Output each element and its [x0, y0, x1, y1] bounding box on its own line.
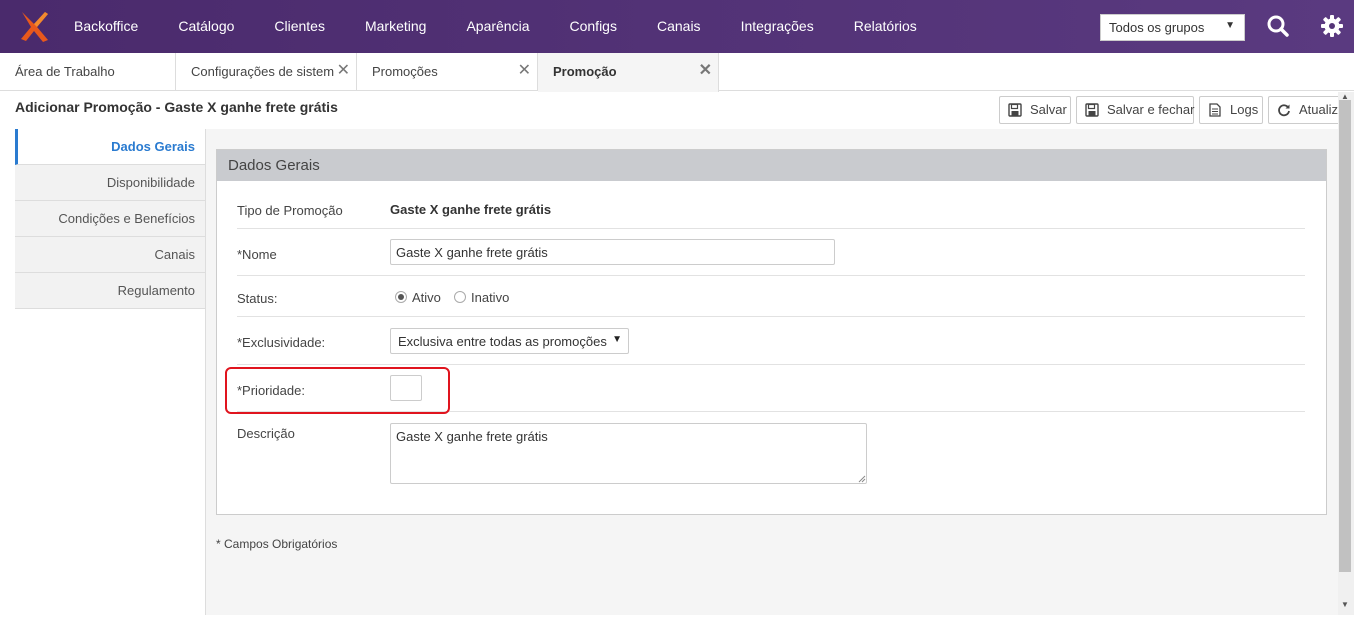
save-close-button[interactable]: Salvar e fechar	[1076, 96, 1194, 124]
resize-handle-icon[interactable]	[858, 475, 866, 483]
dados-gerais-panel: Dados Gerais Tipo de Promoção Gaste X ga…	[216, 149, 1327, 515]
tab-label: Configurações de sistema	[191, 64, 342, 79]
tipo-value: Gaste X ganhe frete grátis	[390, 202, 552, 217]
status-inativo-option[interactable]: Inativo	[454, 290, 509, 305]
group-select[interactable]: Todos os grupos ▼	[1100, 14, 1245, 41]
row-status: Status: Ativo Inativo	[237, 276, 1305, 317]
nav-marketing[interactable]: Marketing	[345, 0, 446, 53]
radio-ativo[interactable]	[395, 291, 407, 303]
tab-configuracoes-de-sistema[interactable]: Configurações de sistema ✕	[176, 53, 357, 91]
nav-integracoes[interactable]: Integrações	[721, 0, 834, 53]
section-menu: Dados Gerais Disponibilidade Condições e…	[15, 129, 205, 309]
nav-configs[interactable]: Configs	[550, 0, 637, 53]
nav-catalogo[interactable]: Catálogo	[158, 0, 254, 53]
row-descricao: Descrição Gaste X ganhe frete grátis	[237, 412, 1305, 492]
scroll-up-icon[interactable]: ▲	[1341, 92, 1349, 101]
menu-item-regulamento[interactable]: Regulamento	[15, 273, 205, 309]
panel-title: Dados Gerais	[217, 150, 1326, 181]
tab-label: Área de Trabalho	[15, 64, 115, 79]
menu-item-condicoes-beneficios[interactable]: Condições e Benefícios	[15, 201, 205, 237]
inativo-label: Inativo	[471, 290, 510, 305]
tab-area-de-trabalho[interactable]: Área de Trabalho	[0, 53, 176, 91]
tab-label: Promoções	[372, 64, 438, 79]
row-exclusividade: *Exclusividade: Exclusiva entre todas as…	[237, 317, 1305, 365]
main-nav: Backoffice Catálogo Clientes Marketing A…	[56, 0, 937, 53]
gear-icon[interactable]	[1320, 14, 1344, 38]
menu-item-disponibilidade[interactable]: Disponibilidade	[15, 165, 205, 201]
annotation-highlight-box	[225, 367, 450, 414]
logs-button[interactable]: Logs	[1199, 96, 1263, 124]
save-label: Salvar	[1030, 102, 1067, 117]
descricao-label: Descrição	[237, 426, 295, 441]
ativo-label: Ativo	[412, 290, 441, 305]
top-navbar: Backoffice Catálogo Clientes Marketing A…	[0, 0, 1354, 53]
scroll-down-icon[interactable]: ▼	[1341, 600, 1349, 609]
scrollbar-thumb[interactable]	[1339, 100, 1351, 572]
nome-label: *Nome	[237, 247, 277, 262]
exclusividade-select[interactable]: Exclusiva entre todas as promoções ▼	[390, 328, 629, 354]
descricao-textarea[interactable]: Gaste X ganhe frete grátis	[390, 423, 867, 484]
close-icon[interactable]: ✕	[518, 53, 531, 89]
row-nome: *Nome Gaste X ganhe frete grátis	[237, 229, 1305, 276]
refresh-icon	[1278, 104, 1290, 117]
save-button[interactable]: Salvar	[999, 96, 1071, 124]
nav-clientes[interactable]: Clientes	[254, 0, 345, 53]
brand-logo-icon[interactable]	[18, 10, 52, 44]
tab-promocoes[interactable]: Promoções ✕	[357, 53, 538, 91]
caret-down-icon: ▼	[1225, 20, 1235, 31]
tab-promocao[interactable]: Promoção ✕	[538, 53, 719, 92]
save-close-label: Salvar e fechar	[1107, 102, 1195, 117]
nav-relatorios[interactable]: Relatórios	[834, 0, 937, 53]
row-tipo: Tipo de Promoção Gaste X ganhe frete grá…	[237, 181, 1305, 229]
nav-backoffice[interactable]: Backoffice	[56, 0, 158, 53]
nome-input[interactable]: Gaste X ganhe frete grátis	[390, 239, 835, 265]
status-label: Status:	[237, 291, 278, 306]
tipo-label: Tipo de Promoção	[237, 203, 343, 218]
exclusividade-value: Exclusiva entre todas as promoções	[398, 334, 607, 349]
radio-inativo[interactable]	[454, 291, 466, 303]
group-select-value: Todos os grupos	[1109, 20, 1205, 35]
caret-down-icon: ▼	[612, 334, 622, 345]
search-icon[interactable]	[1266, 14, 1290, 38]
menu-item-canais[interactable]: Canais	[15, 237, 205, 273]
logs-label: Logs	[1230, 102, 1259, 117]
nav-canais[interactable]: Canais	[637, 0, 721, 53]
left-strip	[0, 92, 8, 625]
floppy-icon	[1008, 103, 1022, 117]
exclusividade-label: *Exclusividade:	[237, 335, 326, 350]
menu-item-dados-gerais[interactable]: Dados Gerais	[15, 129, 205, 165]
close-icon[interactable]: ✕	[333, 53, 350, 89]
tab-bar: Área de Trabalho Configurações de sistem…	[0, 53, 1354, 92]
floppy-icon	[1085, 103, 1099, 117]
status-ativo-option[interactable]: Ativo	[395, 290, 441, 305]
tab-label: Promoção	[553, 64, 617, 79]
document-icon	[1209, 103, 1221, 117]
nav-aparencia[interactable]: Aparência	[446, 0, 549, 53]
required-fields-note: * Campos Obrigatórios	[216, 537, 338, 551]
close-icon[interactable]: ✕	[699, 53, 712, 89]
page-title: Adicionar Promoção - Gaste X ganhe frete…	[15, 99, 338, 115]
